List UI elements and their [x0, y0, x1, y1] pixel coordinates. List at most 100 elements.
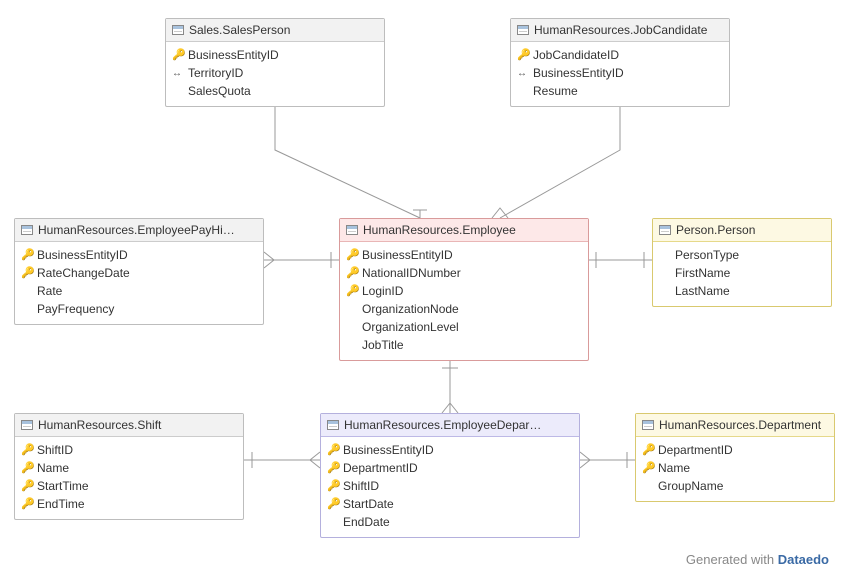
table-header[interactable]: HumanResources.Employee [340, 219, 588, 242]
blank-icon [172, 84, 182, 98]
table-icon [346, 225, 358, 235]
column-list: 🔑BusinessEntityID 🔑 RateChangeDate Rate Pa… [15, 242, 263, 324]
column-row[interactable]: EndDate [327, 513, 573, 531]
column-name: EndDate [343, 515, 390, 529]
table-department[interactable]: HumanResources.Department 🔑DepartmentID🔑N… [635, 413, 835, 502]
column-row[interactable]: FirstName [659, 264, 825, 282]
table-header[interactable]: Sales.SalesPerson [166, 19, 384, 42]
column-row[interactable]: 🔑 JobCandidateID [517, 46, 723, 64]
column-row[interactable]: SalesQuota [172, 82, 378, 100]
primary-key-icon: 🔑 [327, 443, 337, 457]
table-header[interactable]: Person.Person [653, 219, 831, 242]
column-name: OrganizationLevel [362, 320, 459, 334]
column-row[interactable]: LastName [659, 282, 825, 300]
column-name: TerritoryID [188, 66, 243, 80]
column-row[interactable]: 🔑 RateChangeDate [21, 264, 257, 282]
footer-text: Generated with [686, 552, 778, 567]
column-row[interactable]: Resume [517, 82, 723, 100]
column-list: 🔑ShiftID🔑Name🔑StartTime🔑EndTime [15, 437, 243, 519]
column-row[interactable]: 🔑StartTime [21, 477, 237, 495]
column-row[interactable]: 🔑LoginID [346, 282, 582, 300]
table-title: HumanResources.Department [659, 418, 821, 432]
column-row[interactable]: PersonType [659, 246, 825, 264]
column-row[interactable]: OrganizationLevel [346, 318, 582, 336]
table-header[interactable]: HumanResources.Department [636, 414, 834, 437]
column-name: StartDate [343, 497, 394, 511]
column-list: PersonType FirstName LastName [653, 242, 831, 306]
column-row[interactable]: 🔑DepartmentID [642, 441, 828, 459]
foreign-key-icon: ↔ [172, 66, 182, 80]
column-row[interactable]: JobTitle [346, 336, 582, 354]
table-payhistory[interactable]: HumanResources.EmployeePayHi…🔑BusinessEn… [14, 218, 264, 325]
table-title: HumanResources.Shift [38, 418, 161, 432]
table-icon [21, 420, 33, 430]
column-name: PayFrequency [37, 302, 114, 316]
column-row[interactable]: 🔑BusinessEntityID [21, 246, 257, 264]
column-name: PersonType [675, 248, 739, 262]
blank-icon [659, 284, 669, 298]
column-list: 🔑BusinessEntityID🔑NationalIDNumber🔑Login… [340, 242, 588, 360]
primary-key-icon: 🔑 [517, 48, 527, 62]
table-header[interactable]: HumanResources.EmployeePayHi… [15, 219, 263, 242]
erd-canvas: Sales.SalesPerson 🔑 BusinessEntityID ↔ Terri… [0, 0, 849, 575]
table-employee[interactable]: HumanResources.Employee🔑BusinessEntityID… [339, 218, 589, 361]
table-icon [517, 25, 529, 35]
blank-icon [659, 266, 669, 280]
column-name: BusinessEntityID [188, 48, 279, 62]
table-title: Sales.SalesPerson [189, 23, 290, 37]
column-name: JobCandidateID [533, 48, 619, 62]
column-list: 🔑DepartmentID🔑Name GroupName [636, 437, 834, 501]
column-row[interactable]: 🔑 StartDate [327, 495, 573, 513]
blank-icon [21, 302, 31, 316]
column-name: BusinessEntityID [362, 248, 453, 262]
column-row[interactable]: ↔ BusinessEntityID [517, 64, 723, 82]
unique-key-icon: 🔑 [21, 497, 31, 511]
column-row[interactable]: 🔑Name [642, 459, 828, 477]
column-name: RateChangeDate [37, 266, 130, 280]
column-name: FirstName [675, 266, 730, 280]
column-row[interactable]: 🔑ShiftID [327, 477, 573, 495]
column-row[interactable]: 🔑NationalIDNumber [346, 264, 582, 282]
table-header[interactable]: HumanResources.Shift [15, 414, 243, 437]
table-salesperson[interactable]: Sales.SalesPerson 🔑 BusinessEntityID ↔ Terri… [165, 18, 385, 107]
table-title: HumanResources.EmployeePayHi… [38, 223, 235, 237]
table-title: Person.Person [676, 223, 755, 237]
column-row[interactable]: ↔ TerritoryID [172, 64, 378, 82]
primary-key-icon: 🔑 [21, 443, 31, 457]
column-name: DepartmentID [658, 443, 733, 457]
blank-icon [346, 338, 356, 352]
table-shift[interactable]: HumanResources.Shift🔑ShiftID🔑Name🔑StartT… [14, 413, 244, 520]
blank-icon [21, 284, 31, 298]
foreign-key-icon: ↔ [517, 66, 527, 80]
column-row[interactable]: 🔑Name [21, 459, 237, 477]
column-row[interactable]: 🔑BusinessEntityID [346, 246, 582, 264]
primary-key-icon: 🔑 [327, 461, 337, 475]
column-row[interactable]: PayFrequency [21, 300, 257, 318]
column-list: 🔑 BusinessEntityID 🔑DepartmentID🔑ShiftID 🔑 S… [321, 437, 579, 537]
column-row[interactable]: 🔑ShiftID [21, 441, 237, 459]
column-name: StartTime [37, 479, 89, 493]
table-header[interactable]: HumanResources.EmployeeDepar… [321, 414, 579, 437]
column-row[interactable]: 🔑 BusinessEntityID [172, 46, 378, 64]
primary-key-icon: 🔑 [172, 48, 182, 62]
table-jobcandidate[interactable]: HumanResources.JobCandidate 🔑 JobCandidate… [510, 18, 730, 107]
column-name: BusinessEntityID [343, 443, 434, 457]
column-row[interactable]: 🔑EndTime [21, 495, 237, 513]
column-row[interactable]: OrganizationNode [346, 300, 582, 318]
table-title: HumanResources.EmployeeDepar… [344, 418, 541, 432]
column-name: Rate [37, 284, 62, 298]
column-row[interactable]: Rate [21, 282, 257, 300]
column-row[interactable]: 🔑 BusinessEntityID [327, 441, 573, 459]
column-name: LastName [675, 284, 730, 298]
table-header[interactable]: HumanResources.JobCandidate [511, 19, 729, 42]
primary-key-icon: 🔑 [21, 266, 31, 280]
column-row[interactable]: 🔑DepartmentID [327, 459, 573, 477]
table-icon [642, 420, 654, 430]
column-name: BusinessEntityID [533, 66, 624, 80]
table-title: HumanResources.JobCandidate [534, 23, 707, 37]
column-name: BusinessEntityID [37, 248, 128, 262]
table-empdept[interactable]: HumanResources.EmployeeDepar… 🔑 BusinessEn… [320, 413, 580, 538]
table-person[interactable]: Person.Person PersonType FirstName LastN… [652, 218, 832, 307]
primary-key-icon: 🔑 [327, 497, 337, 511]
column-row[interactable]: GroupName [642, 477, 828, 495]
